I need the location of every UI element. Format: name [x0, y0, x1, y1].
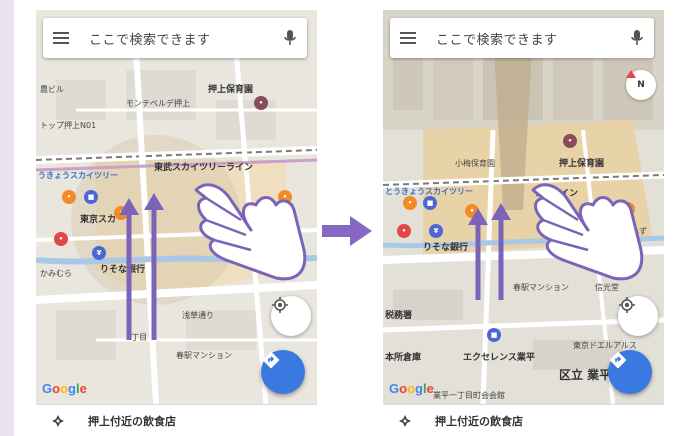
explore-icon — [399, 414, 411, 427]
search-input[interactable]: ここで検索できます — [89, 29, 283, 48]
map-view-3d[interactable]: 押上保育園 小梅保育園 とうきょうスカイツリー リーライン りそな銀行 みず 春… — [383, 10, 664, 404]
mic-icon[interactable] — [283, 29, 297, 47]
my-location-icon — [272, 297, 288, 313]
nearby-restaurants-label[interactable]: 押上付近の飲食店 — [88, 413, 176, 429]
transition-arrow-icon — [322, 216, 372, 246]
map-screen-after: 押上保育園 小梅保育園 とうきょうスカイツリー リーライン りそな銀行 みず 春… — [383, 10, 664, 436]
my-location-icon — [619, 297, 635, 313]
map-label: みず — [631, 227, 647, 236]
map-label: 春駅マンション — [176, 351, 232, 360]
map-label: 浅草通り — [182, 311, 214, 320]
map-label: トップ押上N01 — [40, 121, 97, 130]
my-location-button[interactable] — [271, 296, 311, 336]
google-logo: Google — [42, 381, 87, 396]
bank-poi[interactable]: ¥ — [92, 246, 106, 260]
mic-icon[interactable] — [630, 29, 644, 47]
transit-poi[interactable]: ■ — [423, 196, 437, 210]
map-label: りそな銀行 — [100, 265, 146, 275]
map-label: 業平一丁目町会会館 — [433, 391, 505, 400]
map-label: 東京スカ — [80, 215, 117, 225]
map-label: 春駅マンション — [513, 283, 569, 292]
map-label: 農ビル — [40, 85, 64, 94]
map-label: 区立 業平 — [559, 368, 612, 382]
bottom-sheet[interactable]: 押上付近の飲食店 — [383, 404, 664, 436]
compass-icon — [626, 70, 636, 78]
map-base — [36, 10, 317, 404]
google-logo: Google — [389, 381, 434, 396]
search-bar[interactable]: ここで検索できます — [390, 18, 654, 58]
school-poi[interactable]: • — [563, 134, 577, 148]
school-poi[interactable]: • — [254, 96, 268, 110]
shop-poi[interactable]: • — [397, 224, 411, 238]
search-bar[interactable]: ここで検索できます — [43, 18, 307, 58]
map-screen-before: 農ビル モンテベルデ押上 押上保育園 トップ押上N01 東武スカイツリーライン … — [36, 10, 317, 436]
my-location-button[interactable] — [618, 296, 658, 336]
compass-button[interactable]: N — [626, 70, 656, 100]
directions-button[interactable] — [261, 350, 305, 394]
menu-icon[interactable] — [53, 32, 69, 44]
restaurant-poi[interactable]: • — [278, 190, 292, 204]
restaurant-poi[interactable]: • — [621, 202, 635, 216]
map-label: モンテベルデ押上 — [126, 99, 190, 108]
map-label: 信光堂 — [595, 283, 619, 292]
menu-icon[interactable] — [400, 32, 416, 44]
directions-button[interactable] — [608, 350, 652, 394]
map-label: 1丁目 — [126, 333, 148, 342]
map-label: りそな銀行 — [423, 243, 469, 253]
map-label: うきょうスカイツリー — [38, 171, 118, 180]
map-label: 税務署 — [385, 311, 413, 321]
map-label: 東武スカイツリーライン — [154, 163, 254, 173]
shopping-poi[interactable]: ■ — [487, 328, 501, 342]
left-decor-strip — [0, 0, 14, 436]
directions-icon — [609, 351, 627, 369]
search-input[interactable]: ここで検索できます — [436, 29, 630, 48]
map-label: 押上保育園 — [559, 159, 605, 169]
map-label: 小梅保育園 — [455, 159, 495, 168]
shop-poi[interactable]: • — [54, 232, 68, 246]
station-poi[interactable]: • — [114, 206, 128, 220]
map-label: かみむら — [40, 269, 72, 278]
map-label: 本所倉庫 — [385, 353, 422, 363]
explore-icon — [52, 414, 64, 427]
restaurant-poi[interactable]: • — [403, 196, 417, 210]
map-label: エクセレンス業平 — [463, 353, 535, 363]
directions-icon — [262, 351, 280, 369]
bottom-sheet[interactable]: 押上付近の飲食店 — [36, 404, 317, 436]
map-view[interactable]: 農ビル モンテベルデ押上 押上保育園 トップ押上N01 東武スカイツリーライン … — [36, 10, 317, 404]
map-label: 押上保育園 — [208, 85, 254, 95]
map-label: リーライン — [533, 189, 579, 199]
bank-poi[interactable]: ¥ — [429, 224, 443, 238]
map-label: みず — [276, 271, 292, 280]
compass-letter: N — [637, 79, 645, 90]
transit-poi[interactable]: ■ — [84, 190, 98, 204]
station-poi[interactable]: • — [465, 204, 479, 218]
restaurant-poi[interactable]: • — [62, 190, 76, 204]
nearby-restaurants-label[interactable]: 押上付近の飲食店 — [435, 413, 523, 429]
